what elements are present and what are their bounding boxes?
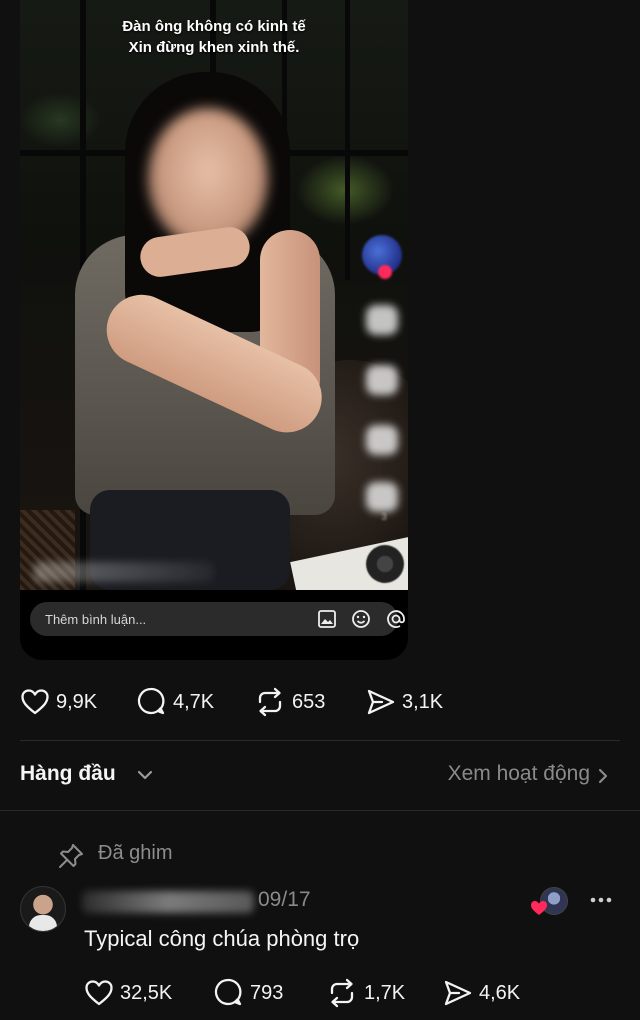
heart-icon [85,980,113,1006]
video-share-count: 3 [381,512,387,523]
heart-icon [531,901,547,915]
repost-count: 653 [292,690,326,713]
like-count: 9,9K [56,690,98,713]
comment-button[interactable]: 4,7K [137,686,214,718]
chevron-down-icon[interactable] [136,768,154,782]
share-count: 3,1K [402,690,444,713]
repost-count: 1,7K [364,981,406,1004]
view-activity-link[interactable]: Xem hoạt động [448,762,590,786]
blurred-face [148,108,268,248]
comment-text: Typical công chúa phòng trọ [84,926,360,951]
heart-icon [21,689,49,715]
share-count: 4,6K [479,981,521,1004]
pin-icon [59,844,83,868]
share-button[interactable]: 3,1K [366,686,443,718]
like-button[interactable]: 32,5K [84,977,172,1009]
video-caption-line1: Đàn ông không có kinh tế [122,18,306,35]
video-side-rail: 3 [360,230,408,590]
repost-icon [258,687,282,717]
video-comment-bar[interactable]: Thêm bình luận... [30,602,405,636]
share-button[interactable]: 4,6K [443,977,520,1009]
video-frame[interactable]: Đàn ông không có kinh tế Xin đừng khen x… [20,0,408,590]
reply-button[interactable]: 793 [214,977,283,1009]
repost-icon [330,978,354,1008]
video-author-avatar[interactable] [362,235,402,279]
comment-icon [214,978,242,1006]
sort-dropdown[interactable]: Hàng đầu [20,762,116,786]
like-button[interactable]: 9,9K [20,686,97,718]
chevron-right-icon[interactable] [596,768,610,784]
comment-action-bar: 32,5K 793 1,7K 4,6K [0,977,640,1009]
share-icon [444,980,472,1006]
video-bookmark-icon[interactable] [366,425,398,455]
divider [0,810,640,811]
more-icon[interactable] [588,890,614,910]
emoji-icon[interactable] [350,608,372,630]
video-comment-icon[interactable] [366,365,398,395]
repost-button[interactable]: 1,7K [326,977,405,1009]
repost-button[interactable]: 653 [254,686,325,718]
comment-username-blurred[interactable] [82,891,254,913]
comment-date: 09/17 [258,888,311,911]
pinned-label: Đã ghim [98,842,173,864]
avatar[interactable] [20,886,66,932]
video-share-icon[interactable] [366,482,398,512]
reply-count: 793 [250,981,284,1004]
image-icon[interactable] [316,608,338,630]
like-count: 32,5K [120,981,173,1004]
comment-count: 4,7K [173,690,215,713]
video-username-blurred [34,562,214,582]
music-disc-icon[interactable] [366,545,404,583]
embedded-video-card[interactable]: Đàn ông không có kinh tế Xin đừng khen x… [20,0,408,660]
mention-icon[interactable] [385,608,407,630]
divider [20,740,620,741]
comment-input-placeholder[interactable]: Thêm bình luận... [45,612,146,627]
video-caption-line2: Xin đừng khen xinh thế. [128,39,300,56]
share-icon [367,689,395,715]
video-like-icon[interactable] [366,305,398,335]
post-action-bar: 9,9K 4,7K 653 3,1K [0,686,640,718]
comment-icon [137,687,165,715]
